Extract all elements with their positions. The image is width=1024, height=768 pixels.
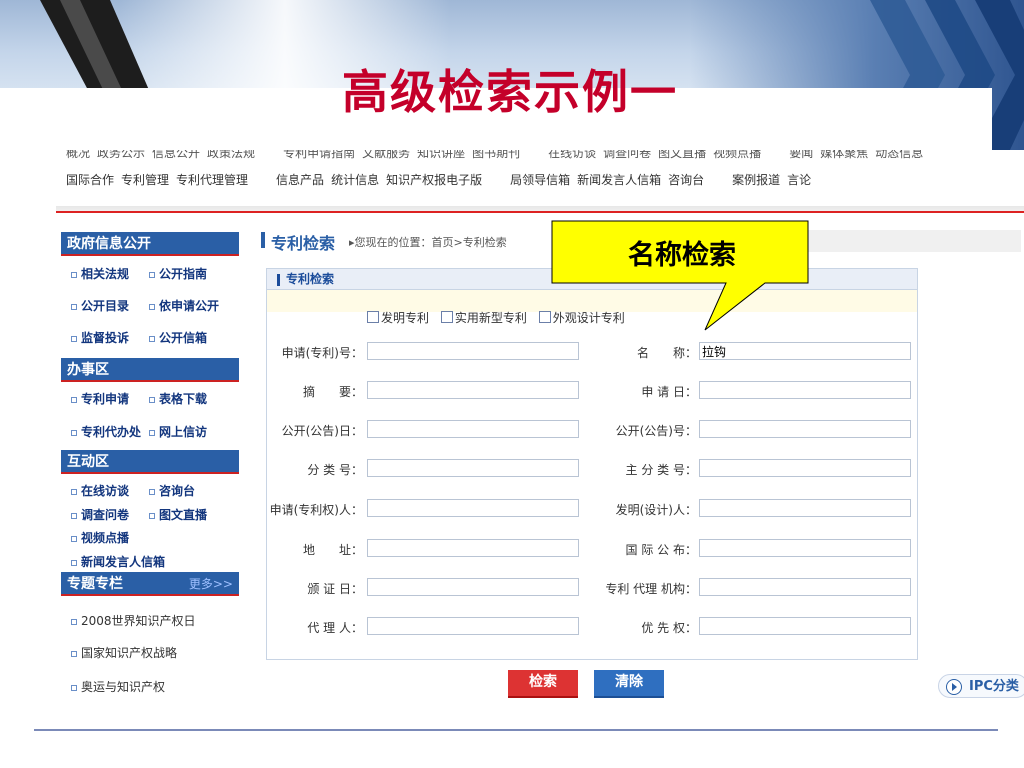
callout-bubble (551, 220, 809, 331)
callout-text: 名称检索 (628, 240, 736, 271)
slide-bottom-rule (34, 729, 998, 731)
